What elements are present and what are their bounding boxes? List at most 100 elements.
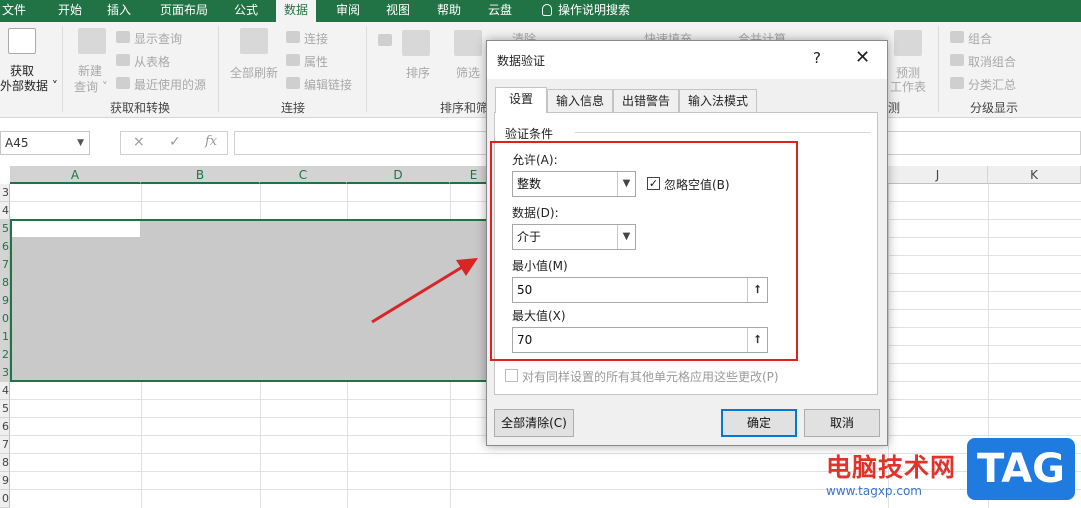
get-data-button-line2[interactable]: 外部数据 ˅ xyxy=(0,77,58,94)
group-button[interactable]: 组合 xyxy=(968,30,992,47)
confirm-edit-icon[interactable]: ✓ xyxy=(169,134,181,150)
column-header-c[interactable]: C xyxy=(260,166,347,184)
row-header[interactable]: 6 xyxy=(0,238,10,256)
edit-links-icon xyxy=(286,77,300,89)
row-header[interactable]: 7 xyxy=(0,256,10,274)
tab-insert[interactable]: 插入 xyxy=(107,0,131,22)
dialog-title-bar[interactable]: 数据验证 ? ✕ xyxy=(487,41,887,79)
ok-button[interactable]: 确定 xyxy=(721,409,797,437)
formula-buttons: × ✓ fx xyxy=(120,131,228,155)
new-query-button-line2[interactable]: 查询 ˅ xyxy=(74,78,108,95)
row-header[interactable]: 6 xyxy=(0,418,10,436)
row-header[interactable]: 5 xyxy=(0,400,10,418)
tab-review[interactable]: 审阅 xyxy=(336,0,360,22)
get-data-icon xyxy=(8,28,36,54)
chevron-down-icon[interactable]: ▼ xyxy=(77,132,84,154)
tab-input-message[interactable]: 输入信息 xyxy=(547,89,613,112)
row-header[interactable]: 3 xyxy=(0,364,10,382)
help-button[interactable]: ? xyxy=(813,49,821,67)
tab-error-alert[interactable]: 出错警告 xyxy=(613,89,679,112)
tab-home[interactable]: 开始 xyxy=(58,0,82,22)
name-box-value: A45 xyxy=(5,136,29,150)
recent-sources-icon xyxy=(116,77,130,89)
sort-az-icon xyxy=(378,34,392,46)
row-header[interactable]: 8 xyxy=(0,274,10,292)
tab-view[interactable]: 视图 xyxy=(386,0,410,22)
group-icon xyxy=(950,31,964,43)
connections-icon xyxy=(286,31,300,43)
column-header-b[interactable]: B xyxy=(141,166,260,184)
row-header[interactable]: 1 xyxy=(0,328,10,346)
forecast-sheet-line2[interactable]: 工作表 xyxy=(890,78,926,95)
from-table-button[interactable]: 从表格 xyxy=(134,53,170,70)
lightbulb-icon xyxy=(542,4,552,16)
tab-ime-mode[interactable]: 输入法模式 xyxy=(679,89,757,112)
show-query-icon xyxy=(116,31,130,43)
validation-criteria-title: 验证条件 xyxy=(505,125,558,142)
ribbon-separator xyxy=(938,26,939,112)
group-label-connections: 连接 xyxy=(281,101,306,115)
row-header[interactable]: 4 xyxy=(0,382,10,400)
row-header[interactable]: 0 xyxy=(0,490,10,508)
refresh-all-icon xyxy=(240,28,268,54)
properties-button[interactable]: 属性 xyxy=(304,53,328,70)
watermark-url: www.tagxp.com xyxy=(826,484,922,498)
cancel-button[interactable]: 取消 xyxy=(804,409,880,437)
insert-function-icon[interactable]: fx xyxy=(205,134,217,149)
tab-data[interactable]: 数据 xyxy=(276,0,317,22)
row-header[interactable]: 9 xyxy=(0,292,10,310)
new-query-icon xyxy=(78,28,106,54)
column-header-k[interactable]: K xyxy=(988,166,1081,184)
ungroup-icon xyxy=(950,54,964,66)
group-label-get-transform: 获取和转换 xyxy=(110,101,171,115)
tab-settings[interactable]: 设置 xyxy=(495,87,547,113)
active-cell[interactable] xyxy=(12,221,140,237)
row-header[interactable]: 5 xyxy=(0,220,10,238)
sort-button[interactable]: 排序 xyxy=(406,64,430,81)
clear-all-button[interactable]: 全部清除(C) xyxy=(494,409,574,437)
tab-help[interactable]: 帮助 xyxy=(437,0,461,22)
dialog-title: 数据验证 xyxy=(497,54,546,68)
recent-sources-button[interactable]: 最近使用的源 xyxy=(134,76,206,93)
ribbon-separator xyxy=(62,26,63,112)
ribbon-tab-bar: 文件 开始 插入 页面布局 公式 数据 审阅 视图 帮助 云盘 操作说明搜索 xyxy=(0,0,1081,22)
new-query-button-line1[interactable]: 新建 xyxy=(78,62,102,79)
properties-icon xyxy=(286,54,300,66)
name-box[interactable]: A45 ▼ xyxy=(0,131,90,155)
connections-button[interactable]: 连接 xyxy=(304,30,328,47)
tell-me-search[interactable]: 操作说明搜索 xyxy=(542,0,630,22)
ungroup-button[interactable]: 取消组合 xyxy=(968,53,1016,70)
apply-all-checkbox[interactable] xyxy=(505,369,518,382)
tab-file[interactable]: 文件 xyxy=(2,0,26,22)
tab-page-layout[interactable]: 页面布局 xyxy=(160,0,208,22)
row-header[interactable]: 3 xyxy=(0,184,10,202)
row-header[interactable]: 9 xyxy=(0,472,10,490)
row-header[interactable]: 4 xyxy=(0,202,10,220)
tab-cloud[interactable]: 云盘 xyxy=(488,0,512,22)
watermark-text: 电脑技术网 xyxy=(826,453,957,482)
refresh-all-button[interactable]: 全部刷新 xyxy=(230,64,278,81)
row-header[interactable]: 7 xyxy=(0,436,10,454)
row-header[interactable]: 8 xyxy=(0,454,10,472)
group-divider xyxy=(575,132,871,133)
column-header-d[interactable]: D xyxy=(347,166,450,184)
row-header[interactable]: 2 xyxy=(0,346,10,364)
show-query-button[interactable]: 显示查询 xyxy=(134,30,182,47)
column-header-a[interactable]: A xyxy=(10,166,141,184)
edit-links-button[interactable]: 编辑链接 xyxy=(304,76,352,93)
filter-button[interactable]: 筛选 xyxy=(456,64,480,81)
arrow-shaft xyxy=(371,264,465,324)
ribbon-separator xyxy=(366,26,367,112)
cancel-edit-icon[interactable]: × xyxy=(133,134,145,150)
row-header[interactable]: 0 xyxy=(0,310,10,328)
close-icon[interactable]: ✕ xyxy=(855,47,870,68)
column-header-j[interactable]: J xyxy=(888,166,988,184)
subtotal-button[interactable]: 分类汇总 xyxy=(968,76,1016,93)
subtotal-icon xyxy=(950,77,964,89)
table-icon xyxy=(116,54,130,66)
tab-formulas[interactable]: 公式 xyxy=(234,0,258,22)
arrow-head xyxy=(456,258,478,276)
tell-me-label: 操作说明搜索 xyxy=(558,3,631,17)
ribbon-separator xyxy=(218,26,219,112)
forecast-sheet-icon xyxy=(894,30,922,56)
